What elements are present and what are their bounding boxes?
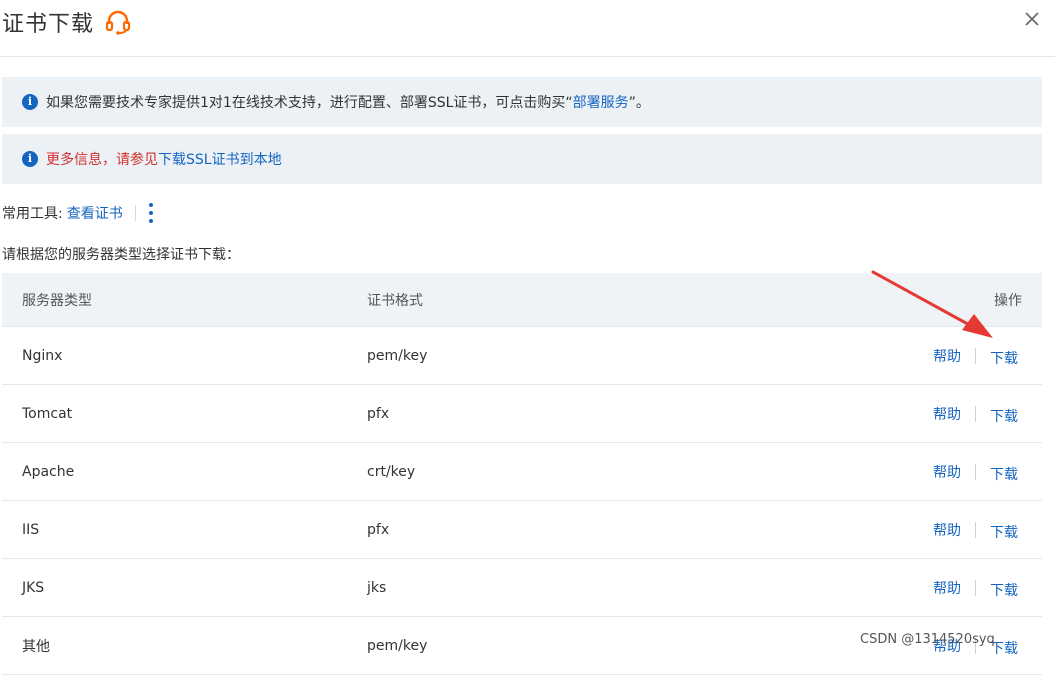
header-cert-format: 证书格式 (367, 292, 423, 309)
info-icon: i (22, 151, 38, 167)
cert-format: pfx (367, 521, 390, 538)
help-link[interactable]: 帮助 (933, 462, 961, 482)
table-row: IIS pfx 帮助 下载 (2, 501, 1042, 559)
divider (975, 463, 976, 480)
more-vertical-icon[interactable] (148, 203, 154, 223)
divider (975, 579, 976, 596)
help-link[interactable]: 帮助 (933, 404, 961, 424)
support-notice: i 如果您需要技术专家提供1对1在线技术支持，进行配置、部署SSL证书，可点击购… (2, 77, 1042, 127)
dialog-header: 证书下载 (0, 0, 1055, 57)
header-server-type: 服务器类型 (22, 292, 92, 309)
cert-format: pfx (367, 405, 390, 422)
more-info-text: 更多信息，请参见 (46, 152, 158, 168)
divider (975, 521, 976, 538)
row-actions: 帮助 下载 (933, 520, 1018, 542)
divider (975, 405, 976, 422)
cert-format: pem/key (367, 347, 428, 364)
more-info-notice: i 更多信息，请参见 下载SSL证书到本地 (2, 134, 1042, 184)
download-link[interactable]: 下载 (990, 406, 1018, 426)
download-link[interactable]: 下载 (990, 522, 1018, 542)
watermark: CSDN @1314520syq (860, 632, 995, 647)
table-row: Apache crt/key 帮助 下载 (2, 443, 1042, 501)
view-certificate-link[interactable]: 查看证书 (67, 203, 123, 223)
row-actions: 帮助 下载 (933, 462, 1018, 484)
server-type: Nginx (22, 347, 63, 364)
table-row: JKS jks 帮助 下载 (2, 559, 1042, 617)
row-actions: 帮助 下载 (933, 346, 1018, 368)
server-type: Apache (22, 463, 75, 480)
select-server-prompt: 请根据您的服务器类型选择证书下载： (2, 247, 240, 263)
table-header: 服务器类型 证书格式 操作 (2, 273, 1042, 327)
download-link[interactable]: 下载 (990, 580, 1018, 600)
server-type: JKS (22, 579, 45, 596)
download-link[interactable]: 下载 (990, 348, 1018, 368)
close-icon[interactable] (1022, 9, 1042, 29)
deploy-service-link[interactable]: 部署服务 (573, 92, 629, 112)
cert-format: pem/key (367, 637, 428, 654)
support-notice-text: 如果您需要技术专家提供1对1在线技术支持，进行配置、部署SSL证书，可点击购买“ (46, 95, 573, 111)
support-notice-suffix: ”。 (628, 95, 650, 111)
download-ssl-doc-link[interactable]: 下载SSL证书到本地 (158, 149, 282, 169)
server-type: IIS (22, 521, 40, 538)
row-actions: 帮助 下载 (933, 404, 1018, 426)
cert-format: crt/key (367, 463, 416, 480)
divider (975, 347, 976, 364)
help-link[interactable]: 帮助 (933, 578, 961, 598)
server-type-table: 服务器类型 证书格式 操作 Nginx pem/key 帮助 下载 Tomcat pfx 帮… (2, 273, 1042, 675)
tools-label: 常用工具: (2, 206, 63, 222)
common-tools: 常用工具: 查看证书 (2, 202, 154, 224)
help-link[interactable]: 帮助 (933, 346, 961, 366)
dialog-title: 证书下载 (2, 12, 95, 37)
server-type: Tomcat (22, 405, 73, 422)
divider (134, 205, 136, 221)
info-icon: i (22, 94, 38, 110)
server-type: 其他 (22, 638, 50, 655)
cert-format: jks (367, 579, 387, 596)
download-link[interactable]: 下载 (990, 464, 1018, 484)
headset-icon[interactable] (104, 9, 132, 35)
table-row: Tomcat pfx 帮助 下载 (2, 385, 1042, 443)
help-link[interactable]: 帮助 (933, 520, 961, 540)
row-actions: 帮助 下载 (933, 578, 1018, 600)
table-row: Nginx pem/key 帮助 下载 (2, 327, 1042, 385)
header-actions: 操作 (994, 292, 1022, 309)
